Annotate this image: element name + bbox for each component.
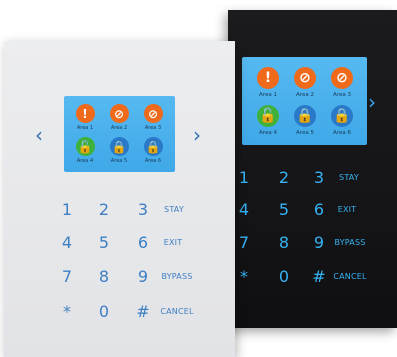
area-tile[interactable]: 🔒 Area 6 bbox=[138, 137, 168, 164]
key-5[interactable]: 5 bbox=[94, 235, 114, 251]
bypass-icon: ⊘ bbox=[109, 104, 129, 123]
area-tile[interactable]: 🔒 Area 5 bbox=[287, 105, 323, 136]
alert-icon: ! bbox=[257, 67, 279, 89]
area-label: Area 6 bbox=[144, 158, 162, 164]
dark-keypad-panel: ! Area 1 ⊘ Area 2 ⊘ Area 3 🔓 Area 4 🔒 Ar… bbox=[228, 10, 397, 328]
key-1[interactable]: 1 bbox=[57, 202, 77, 218]
area-tile[interactable]: ! Area 1 bbox=[250, 67, 286, 98]
bypass-button[interactable]: BYPASS bbox=[157, 272, 197, 282]
key-hash[interactable]: # bbox=[309, 269, 329, 285]
key-6[interactable]: 6 bbox=[133, 235, 153, 251]
key-8[interactable]: 8 bbox=[274, 235, 294, 251]
area-label: Area 4 bbox=[259, 130, 277, 136]
bypass-icon: ⊘ bbox=[294, 67, 316, 89]
alert-icon: ! bbox=[75, 104, 95, 123]
area-tile[interactable]: ! Area 1 bbox=[70, 104, 100, 131]
lock-icon: 🔒 bbox=[331, 105, 353, 127]
unlock-icon: 🔓 bbox=[75, 137, 95, 156]
key-9[interactable]: 9 bbox=[309, 235, 329, 251]
key-3[interactable]: 3 bbox=[133, 202, 153, 218]
area-label: Area 1 bbox=[259, 92, 277, 98]
key-8[interactable]: 8 bbox=[94, 269, 114, 285]
key-star[interactable]: * bbox=[234, 269, 254, 285]
area-label: Area 5 bbox=[296, 130, 314, 136]
area-tile[interactable]: ⊘ Area 3 bbox=[324, 67, 360, 98]
bypass-icon: ⊘ bbox=[143, 104, 163, 123]
bypass-icon: ⊘ bbox=[331, 67, 353, 89]
area-label: Area 6 bbox=[333, 130, 351, 136]
area-label: Area 5 bbox=[110, 158, 128, 164]
area-tile[interactable]: 🔒 Area 5 bbox=[104, 137, 134, 164]
area-tile[interactable]: ⊘ Area 2 bbox=[287, 67, 323, 98]
area-label: Area 2 bbox=[296, 92, 314, 98]
chevron-right-icon[interactable]: › bbox=[193, 125, 201, 145]
area-label: Area 2 bbox=[110, 125, 128, 131]
key-4[interactable]: 4 bbox=[234, 202, 254, 218]
cancel-button[interactable]: CANCEL bbox=[330, 272, 370, 282]
key-3[interactable]: 3 bbox=[309, 170, 329, 186]
area-tile[interactable]: ⊘ Area 3 bbox=[138, 104, 168, 131]
area-label: Area 1 bbox=[76, 125, 94, 131]
area-tile[interactable]: ⊘ Area 2 bbox=[104, 104, 134, 131]
exit-button[interactable]: EXIT bbox=[153, 238, 193, 248]
chevron-right-icon[interactable]: › bbox=[368, 92, 376, 112]
exit-button[interactable]: EXIT bbox=[327, 205, 367, 215]
key-6[interactable]: 6 bbox=[309, 202, 329, 218]
light-keypad-panel: ! Area 1 ⊘ Area 2 ⊘ Area 3 🔓 Area 4 🔒 Ar… bbox=[4, 41, 235, 357]
area-tile[interactable]: 🔓 Area 4 bbox=[250, 105, 286, 136]
key-0[interactable]: 0 bbox=[274, 269, 294, 285]
unlock-icon: 🔓 bbox=[257, 105, 279, 127]
key-2[interactable]: 2 bbox=[94, 202, 114, 218]
key-0[interactable]: 0 bbox=[94, 304, 114, 320]
key-star[interactable]: * bbox=[57, 304, 77, 320]
key-2[interactable]: 2 bbox=[274, 170, 294, 186]
key-4[interactable]: 4 bbox=[57, 235, 77, 251]
area-tile[interactable]: 🔒 Area 6 bbox=[324, 105, 360, 136]
key-hash[interactable]: # bbox=[133, 304, 153, 320]
light-status-screen: ! Area 1 ⊘ Area 2 ⊘ Area 3 🔓 Area 4 🔒 Ar… bbox=[64, 96, 175, 172]
area-label: Area 3 bbox=[144, 125, 162, 131]
area-label: Area 3 bbox=[333, 92, 351, 98]
dark-status-screen: ! Area 1 ⊘ Area 2 ⊘ Area 3 🔓 Area 4 🔒 Ar… bbox=[242, 57, 367, 145]
key-7[interactable]: 7 bbox=[234, 235, 254, 251]
key-5[interactable]: 5 bbox=[274, 202, 294, 218]
area-tile[interactable]: 🔓 Area 4 bbox=[70, 137, 100, 164]
bypass-button[interactable]: BYPASS bbox=[330, 238, 370, 248]
lock-icon: 🔒 bbox=[294, 105, 316, 127]
key-9[interactable]: 9 bbox=[133, 269, 153, 285]
cancel-button[interactable]: CANCEL bbox=[157, 307, 197, 317]
area-label: Area 4 bbox=[76, 158, 94, 164]
key-7[interactable]: 7 bbox=[57, 269, 77, 285]
stay-button[interactable]: STAY bbox=[329, 173, 369, 183]
lock-icon: 🔒 bbox=[109, 137, 129, 156]
chevron-left-icon[interactable]: ‹ bbox=[35, 125, 43, 145]
stay-button[interactable]: STAY bbox=[154, 205, 194, 215]
key-1[interactable]: 1 bbox=[234, 170, 254, 186]
lock-icon: 🔒 bbox=[143, 137, 163, 156]
